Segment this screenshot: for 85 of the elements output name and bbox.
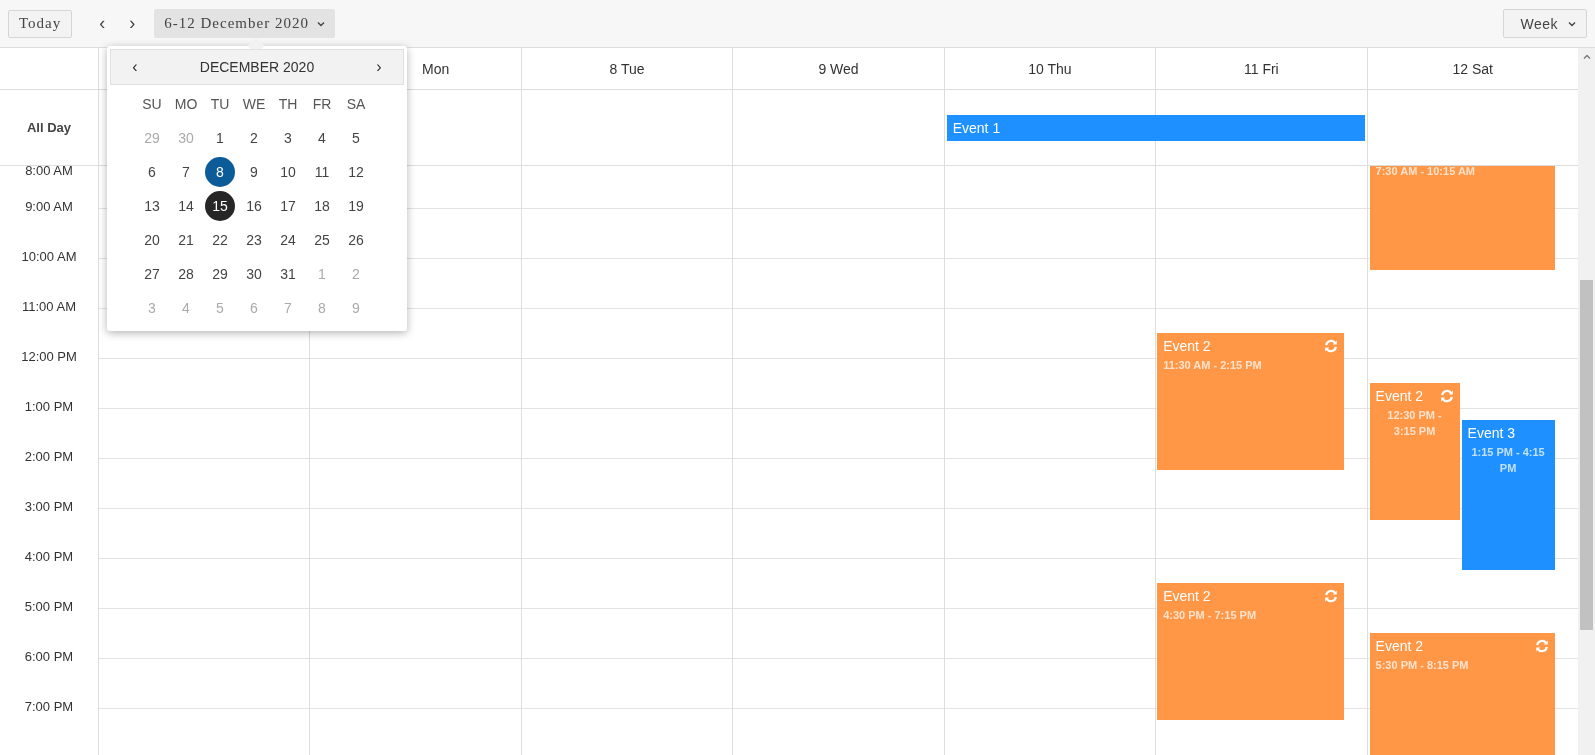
time-label: 3:00 PM <box>24 499 74 515</box>
weekday-label: SA <box>346 95 366 114</box>
date-cell[interactable]: 21 <box>171 225 201 255</box>
day-header: 8 Tue <box>609 60 645 77</box>
date-cell[interactable]: 22 <box>205 225 235 255</box>
event-title: Event 2 <box>1163 338 1211 354</box>
time-label: 6:00 PM <box>24 649 74 665</box>
date-cell[interactable]: 4 <box>307 123 337 153</box>
date-cell[interactable]: 25 <box>307 225 337 255</box>
date-cell[interactable]: 10 <box>273 157 303 187</box>
today-button[interactable]: Today <box>8 9 73 38</box>
day-header: 10 Thu <box>1028 60 1072 77</box>
day-header: 11 Fri <box>1243 60 1279 77</box>
scrollbar[interactable] <box>1578 48 1595 755</box>
day-header: Mon <box>422 60 450 77</box>
time-label: 7:00 PM <box>24 699 74 715</box>
date-cell[interactable]: 31 <box>273 259 303 289</box>
date-cell[interactable]: 5 <box>341 123 371 153</box>
event-time: 5:30 PM - 8:15 PM <box>1375 659 1469 671</box>
date-cell[interactable]: 8 <box>205 157 235 187</box>
sync-icon <box>1439 389 1454 403</box>
day-header: 12 Sat <box>1452 60 1493 77</box>
event-title: Event 2 <box>1163 588 1211 604</box>
date-cell[interactable]: 16 <box>239 191 269 221</box>
event-time: 4:30 PM - 7:15 PM <box>1163 609 1257 621</box>
date-cell[interactable]: 26 <box>341 225 371 255</box>
all-day-label: All Day <box>26 120 72 135</box>
next-month-button[interactable]: › <box>355 52 403 82</box>
event-time: 1:15 PM - 4:15 PM <box>1471 446 1545 474</box>
weekday-label: MO <box>174 95 198 114</box>
date-cell[interactable]: 20 <box>137 225 167 255</box>
event-time: 7:30 AM - 10:15 AM <box>1375 166 1475 177</box>
chevron-down-icon <box>316 20 325 27</box>
time-label: 9:00 AM <box>25 199 73 215</box>
event-title: Event 2 <box>1375 638 1424 654</box>
date-range-button[interactable]: 6-12 December 2020 <box>154 9 335 38</box>
date-cell[interactable]: 18 <box>307 191 337 221</box>
date-cell[interactable]: 23 <box>239 225 269 255</box>
time-label: 10:00 AM <box>21 249 77 265</box>
event-title: Event 2 <box>1375 388 1424 404</box>
time-label: 8:00 AM <box>25 166 73 179</box>
weekday-label: WE <box>242 95 266 114</box>
time-label: 12:00 PM <box>21 349 77 365</box>
date-cell[interactable]: 19 <box>341 191 371 221</box>
date-cell[interactable]: 6 <box>137 157 167 187</box>
date-cell[interactable]: 1 <box>205 123 235 153</box>
scrollbar-thumb[interactable] <box>1580 280 1593 630</box>
weekday-label: FR <box>312 95 332 114</box>
previous-month-button[interactable]: ‹ <box>111 52 159 82</box>
time-label: 2:00 PM <box>24 449 74 465</box>
time-label: 11:00 AM <box>22 299 76 315</box>
time-label: 5:00 PM <box>24 599 74 615</box>
month-title: DECEMBER 2020 <box>198 59 316 75</box>
date-cell[interactable]: 29 <box>205 259 235 289</box>
date-cell[interactable]: 14 <box>171 191 201 221</box>
date-cell[interactable]: 27 <box>137 259 167 289</box>
time-label: 4:00 PM <box>24 549 74 565</box>
sync-icon <box>1534 639 1549 653</box>
chevron-down-icon <box>1568 20 1576 27</box>
date-cell[interactable]: 13 <box>137 191 167 221</box>
date-cell[interactable]: 24 <box>273 225 303 255</box>
event-time: 11:30 AM - 2:15 PM <box>1163 359 1262 371</box>
date-cell[interactable]: 28 <box>171 259 201 289</box>
day-header: 9 Wed <box>818 60 859 77</box>
date-cell[interactable]: 2 <box>239 123 269 153</box>
time-label: 1:00 PM <box>24 399 74 415</box>
event-title: Event 3 <box>1467 425 1516 441</box>
date-cell[interactable]: 9 <box>239 157 269 187</box>
date-cell[interactable]: 11 <box>307 157 337 187</box>
date-cell[interactable]: 3 <box>273 123 303 153</box>
chevron-up-icon <box>1582 54 1591 60</box>
date-cell[interactable]: 30 <box>239 259 269 289</box>
previous-button[interactable]: ‹ <box>87 9 118 38</box>
weekday-label: TU <box>210 95 230 114</box>
next-button[interactable]: › <box>117 9 148 38</box>
weekday-label: SU <box>142 95 162 114</box>
date-cell[interactable]: 17 <box>273 191 303 221</box>
sync-icon <box>1324 589 1339 603</box>
date-cell[interactable]: 15 <box>205 191 235 221</box>
weekday-label: TH <box>278 95 298 114</box>
view-dropdown[interactable]: Week <box>1503 9 1587 38</box>
date-cell[interactable]: 7 <box>171 157 201 187</box>
event-time: 12:30 PM - 3:15 PM <box>1387 409 1442 437</box>
sync-icon <box>1324 339 1339 353</box>
date-cell[interactable]: 12 <box>341 157 371 187</box>
